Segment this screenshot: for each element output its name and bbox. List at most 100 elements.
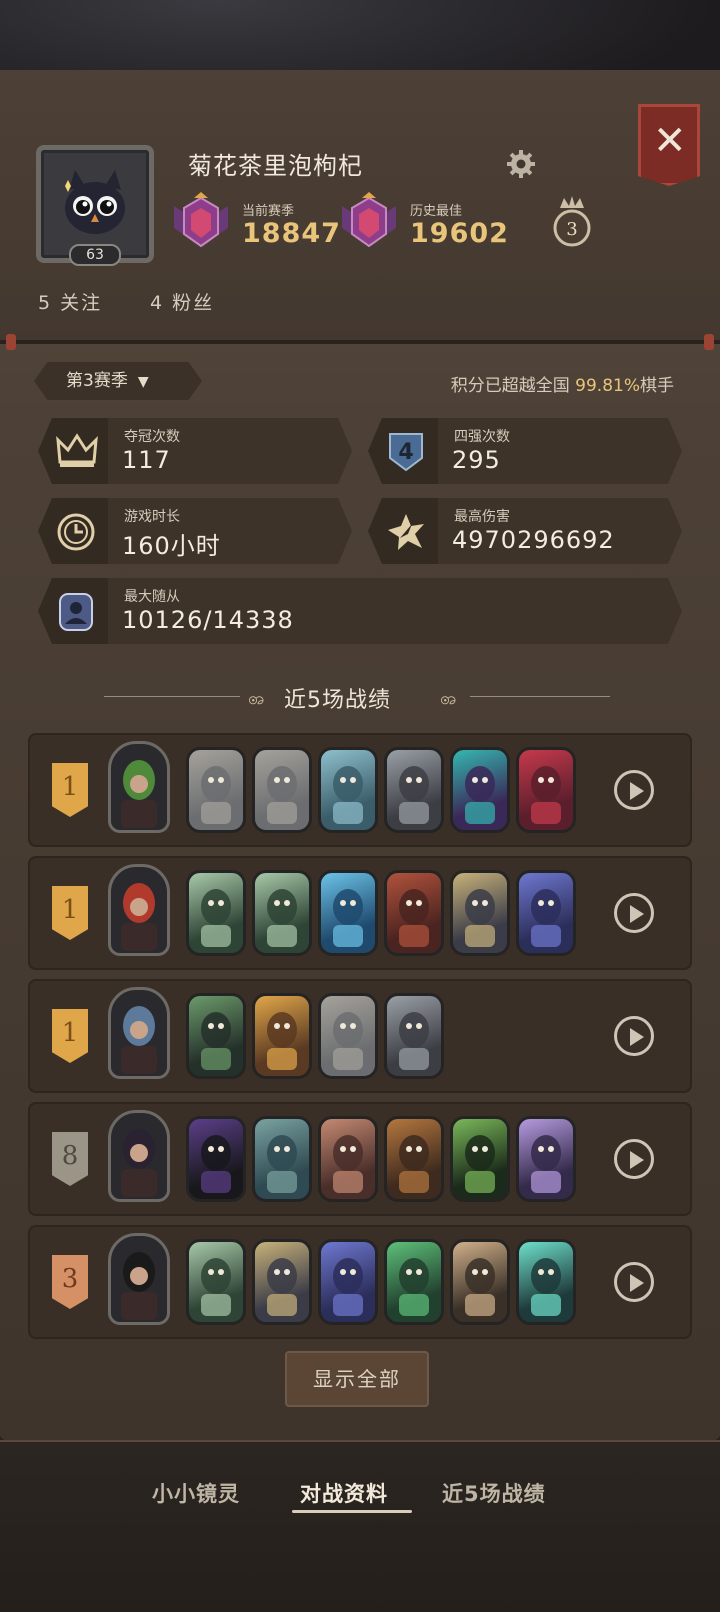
tab-mirror-sprite[interactable]: 小小镜灵 — [152, 1478, 240, 1508]
season-selector-label: 第3赛季 — [66, 371, 128, 391]
top-hat-goblin-hero-portrait[interactable] — [108, 987, 170, 1079]
jade-warrior-unit-card[interactable] — [516, 1239, 576, 1325]
cat-avatar-icon — [65, 170, 125, 234]
green-haired-villain-hero-portrait[interactable] — [108, 741, 170, 833]
stat-label: 夺冠次数 — [124, 429, 180, 445]
stat-playtime: 游戏时长 160小时 — [38, 498, 352, 564]
dwarf-king-unit-card[interactable] — [252, 1239, 312, 1325]
replay-button[interactable] — [614, 1139, 654, 1179]
mech-tower-unit-card[interactable] — [384, 993, 444, 1079]
following-count[interactable]: 5 关注 — [38, 288, 102, 315]
old-monk-unit-card[interactable] — [450, 1239, 510, 1325]
current-season-rank: 当前赛季 18847 — [170, 192, 340, 252]
svg-text:4: 4 — [398, 440, 413, 465]
purple-mage-unit-card[interactable] — [516, 1116, 576, 1202]
percent-prefix: 积分已超越全国 — [450, 376, 576, 396]
goat-beast-unit-card[interactable] — [186, 870, 246, 956]
season-selector[interactable]: 第3赛季 ▼ — [34, 362, 202, 400]
recent-matches-header: ꩨ 近5场战绩 ꩨ — [0, 676, 720, 716]
goblin-mask-unit-card[interactable] — [186, 993, 246, 1079]
dark-haired-girl-hero-portrait[interactable] — [108, 1110, 170, 1202]
rank-emblem-icon — [342, 192, 396, 248]
match-row[interactable]: 8 — [28, 1102, 692, 1216]
dwarf-king-unit-card[interactable] — [450, 870, 510, 956]
replay-button[interactable] — [614, 893, 654, 933]
match-row[interactable]: 1 — [28, 733, 692, 847]
missile-unit-unit-card[interactable] — [252, 747, 312, 833]
ice-spider-unit-card[interactable] — [318, 870, 378, 956]
hooded-shade-unit-card[interactable] — [186, 1116, 246, 1202]
crown-badge-icon[interactable]: 3 — [552, 194, 592, 250]
current-season-label: 当前赛季 — [242, 204, 295, 219]
replay-button[interactable] — [614, 1262, 654, 1302]
header-divider — [0, 334, 720, 350]
goat-beast-unit-card[interactable] — [252, 870, 312, 956]
best-rank: 历史最佳 19602 — [338, 192, 508, 252]
match-row[interactable]: 3 — [28, 1225, 692, 1339]
tab-battle-data[interactable]: 对战资料 — [300, 1478, 388, 1508]
shadow-knight-hero-portrait[interactable] — [108, 1233, 170, 1325]
stat-top4: 4 四强次数 295 — [368, 418, 682, 484]
stat-value: 4970296692 — [452, 526, 615, 554]
divider-line — [104, 696, 240, 697]
burst-damage-icon — [386, 512, 426, 552]
best-label: 历史最佳 — [410, 204, 463, 219]
serpent-unit-card[interactable] — [450, 747, 510, 833]
missile-unit-unit-card[interactable] — [318, 993, 378, 1079]
username: 菊花茶里泡枸杞 — [188, 152, 363, 180]
active-tab-indicator — [292, 1510, 412, 1513]
placement-badge: 3 — [52, 1255, 88, 1309]
stat-value: 10126/14338 — [122, 606, 294, 634]
reindeer-unit-card[interactable] — [384, 1116, 444, 1202]
rank-percentile: 积分已超越全国 99.81%棋手 — [451, 371, 674, 396]
minion-icon — [56, 592, 96, 632]
missile-unit-unit-card[interactable] — [186, 747, 246, 833]
stat-label: 游戏时长 — [124, 509, 180, 525]
close-button[interactable]: ✕ — [638, 104, 700, 186]
replay-button[interactable] — [614, 1016, 654, 1056]
green-elf-unit-card[interactable] — [384, 1239, 444, 1325]
stat-label: 最大随从 — [124, 589, 180, 605]
match-row[interactable]: 1 — [28, 979, 692, 1093]
gear-icon[interactable] — [505, 148, 537, 180]
replay-button[interactable] — [614, 770, 654, 810]
show-all-button[interactable]: 显示全部 — [285, 1351, 429, 1407]
clock-icon — [56, 512, 96, 552]
swirl-icon: ꩨ — [440, 688, 457, 709]
stat-champion: 夺冠次数 117 — [38, 418, 352, 484]
stat-label: 四强次数 — [454, 429, 510, 445]
mech-tower-unit-card[interactable] — [384, 747, 444, 833]
level-badge: 63 — [69, 244, 121, 266]
stat-value: 160小时 — [122, 532, 221, 560]
zombie-brute-unit-card[interactable] — [252, 1116, 312, 1202]
rank-emblem-icon — [174, 192, 228, 248]
red-jester-unit-card[interactable] — [516, 747, 576, 833]
blue-sorceress-unit-card[interactable] — [516, 870, 576, 956]
pinocchio-unit-card[interactable] — [252, 993, 312, 1079]
tab-recent-matches[interactable]: 近5场战绩 — [442, 1478, 546, 1508]
stat-value: 117 — [122, 446, 171, 474]
goat-beast-unit-card[interactable] — [186, 1239, 246, 1325]
stat-damage: 最高伤害 4970296692 — [368, 498, 682, 564]
robot-rabbit-unit-card[interactable] — [318, 747, 378, 833]
avatar[interactable]: 63 — [36, 145, 154, 266]
followers-count[interactable]: 4 粉丝 — [150, 288, 214, 315]
placement-badge: 1 — [52, 1009, 88, 1063]
svg-text:3: 3 — [566, 219, 577, 240]
divider-line — [470, 696, 610, 697]
placement-badge: 1 — [52, 763, 88, 817]
stat-max-followers: 最大随从 10126/14338 — [38, 578, 682, 644]
close-icon: ✕ — [653, 118, 687, 164]
blue-sorceress-unit-card[interactable] — [318, 1239, 378, 1325]
fox-rogue-unit-card[interactable] — [318, 1116, 378, 1202]
skull-wraith-unit-card[interactable] — [450, 1116, 510, 1202]
crown-icon — [56, 432, 98, 470]
match-row[interactable]: 1 — [28, 856, 692, 970]
recent-matches-title: 近5场战绩 — [284, 688, 391, 713]
red-haired-witch-hero-portrait[interactable] — [108, 864, 170, 956]
percent-suffix: 棋手 — [640, 376, 674, 396]
swirl-icon: ꩨ — [248, 688, 265, 709]
placement-badge: 8 — [52, 1132, 88, 1186]
demon-beast-unit-card[interactable] — [384, 870, 444, 956]
best-score: 19602 — [410, 218, 509, 249]
